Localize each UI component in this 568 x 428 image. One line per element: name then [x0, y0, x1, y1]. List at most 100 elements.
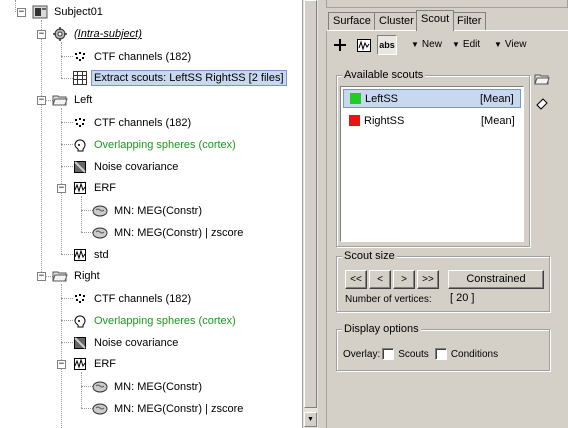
scroll-down-arrow-icon[interactable]: ▼: [304, 412, 317, 427]
dropdown-arrow-icon: ▼: [411, 40, 419, 49]
head-icon: [72, 313, 88, 329]
headmodel-label: Overlapping spheres (cortex): [94, 139, 236, 151]
tree-node-source[interactable]: MN: MEG(Constr) | zscore: [92, 224, 246, 242]
dropdown-arrow-icon: ▼: [452, 40, 460, 49]
tree-node-source[interactable]: MN: MEG(Constr): [92, 378, 205, 396]
tree-node-channels[interactable]: CTF channels (182): [72, 114, 194, 132]
scout-name: RightSS: [364, 114, 405, 127]
scout-list[interactable]: LeftSS [Mean] RightSS [Mean]: [340, 86, 524, 242]
folder-open-icon[interactable]: [533, 70, 551, 88]
collapse-toggle[interactable]: −: [57, 184, 66, 193]
brain-icon: [92, 401, 108, 417]
erf-icon: [72, 180, 88, 196]
tree-node-headmodel[interactable]: Overlapping spheres (cortex): [72, 136, 239, 154]
tab-surface[interactable]: Surface: [328, 12, 376, 30]
collapse-toggle[interactable]: −: [17, 8, 26, 17]
tree-node-erf[interactable]: ERF: [72, 355, 119, 373]
collapse-toggle[interactable]: −: [37, 96, 46, 105]
scout-item-leftss[interactable]: LeftSS [Mean]: [343, 89, 521, 108]
extract-scouts-label: Extract scouts: LeftSS RightSS [2 files]: [91, 70, 287, 86]
tab-filter[interactable]: Filter: [452, 12, 487, 30]
noisecov-icon: [72, 159, 88, 175]
scout-color-swatch: [349, 115, 360, 126]
channels-icon: [72, 291, 88, 307]
head-icon: [72, 137, 88, 153]
overlay-label: Overlay:: [343, 348, 381, 360]
tree-node-condition-right[interactable]: Right: [52, 267, 103, 285]
grow-all-button[interactable]: >>: [417, 270, 439, 289]
noisecov-icon: [72, 335, 88, 351]
brain-icon: [92, 225, 108, 241]
channels-icon: [72, 49, 88, 65]
shrink-button[interactable]: <: [369, 270, 391, 289]
grow-button[interactable]: >: [393, 270, 415, 289]
condition-label: Left: [74, 94, 93, 106]
tree-node-extract-scouts[interactable]: Extract scouts: LeftSS RightSS [2 files]: [72, 69, 287, 87]
shrink-all-button[interactable]: <<: [345, 270, 367, 289]
tree-node-source[interactable]: MN: MEG(Constr) | zscore: [92, 400, 246, 418]
source-label: MN: MEG(Constr): [114, 205, 202, 217]
constrained-button[interactable]: Constrained: [448, 270, 544, 289]
collapse-toggle[interactable]: −: [57, 360, 66, 369]
tree-node-noisecov[interactable]: Noise covariance: [72, 334, 181, 352]
view-label: View: [504, 39, 527, 50]
edit-label: Edit: [462, 39, 481, 50]
tree-node-channels[interactable]: CTF channels (182): [72, 290, 194, 308]
vertices-label: Number of vertices:: [345, 294, 432, 305]
vertices-value: [ 20 ]: [450, 292, 475, 304]
tree-node-noisecov[interactable]: Noise covariance: [72, 158, 181, 176]
eraser-icon[interactable]: [533, 94, 551, 112]
channels-label: CTF channels (182): [94, 51, 192, 63]
tree-guide: [41, 20, 42, 276]
folder-open-icon: [52, 92, 68, 108]
scout-color-swatch: [350, 93, 361, 104]
collapse-toggle[interactable]: −: [37, 30, 46, 39]
headmodel-label: Overlapping spheres (cortex): [94, 315, 236, 327]
folder-open-icon: [52, 268, 68, 284]
noisecov-label: Noise covariance: [94, 337, 179, 349]
erf-icon: [72, 356, 88, 372]
database-tree[interactable]: − Subject01 − (Intra-subject) CTF channe…: [0, 0, 302, 428]
new-label: New: [421, 39, 442, 50]
view-menu-button[interactable]: ▼ View: [494, 37, 526, 53]
channels-label: CTF channels (182): [94, 117, 192, 129]
scout-item-rightss[interactable]: RightSS [Mean]: [343, 111, 521, 130]
brain-icon: [92, 203, 108, 219]
gear-folder-icon: [52, 26, 68, 42]
abs-toggle-button[interactable]: abs: [377, 35, 397, 55]
scouts-checkbox[interactable]: [382, 348, 395, 360]
tree-node-source[interactable]: MN: MEG(Constr): [92, 202, 205, 220]
tree-node-std[interactable]: std: [72, 246, 112, 264]
scrollbar-thumb[interactable]: [304, 0, 317, 408]
tab-cluster[interactable]: Cluster: [374, 12, 419, 30]
edit-menu-button[interactable]: ▼ Edit: [452, 37, 480, 53]
source-label: MN: MEG(Constr): [114, 381, 202, 393]
condition-label: Right: [74, 270, 100, 282]
table-icon: [72, 70, 88, 86]
overlay-row: Overlay: Scouts Conditions: [343, 348, 498, 360]
plot-timeseries-icon[interactable]: [354, 35, 374, 55]
scout-size-title: Scout size: [342, 250, 397, 263]
tree-node-erf[interactable]: ERF: [72, 179, 119, 197]
new-menu-button[interactable]: ▼ New: [411, 37, 442, 53]
tree-node-intra-subject[interactable]: (Intra-subject): [52, 25, 145, 43]
conditions-checkbox[interactable]: [434, 348, 447, 360]
conditions-checkbox-label: Conditions: [450, 348, 499, 360]
erf-label: ERF: [94, 182, 116, 194]
collapse-toggle[interactable]: −: [37, 272, 46, 281]
erf-label: ERF: [94, 358, 116, 370]
vertical-scrollbar[interactable]: ▼: [302, 0, 318, 428]
tree-node-channels[interactable]: CTF channels (182): [72, 48, 194, 66]
tab-scout[interactable]: Scout: [416, 10, 455, 31]
scout-function: [Mean]: [481, 114, 515, 127]
scouts-checkbox-label: Scouts: [398, 348, 429, 360]
channels-icon: [72, 115, 88, 131]
scout-function: [Mean]: [480, 92, 514, 105]
brain-icon: [92, 379, 108, 395]
tree-node-condition-left[interactable]: Left: [52, 91, 95, 109]
tree-node-headmodel[interactable]: Overlapping spheres (cortex): [72, 312, 239, 330]
crosshair-icon[interactable]: [330, 35, 350, 55]
subject-icon: [32, 4, 48, 20]
subject-label: Subject01: [54, 6, 103, 18]
tree-node-subject[interactable]: Subject01: [32, 3, 106, 21]
